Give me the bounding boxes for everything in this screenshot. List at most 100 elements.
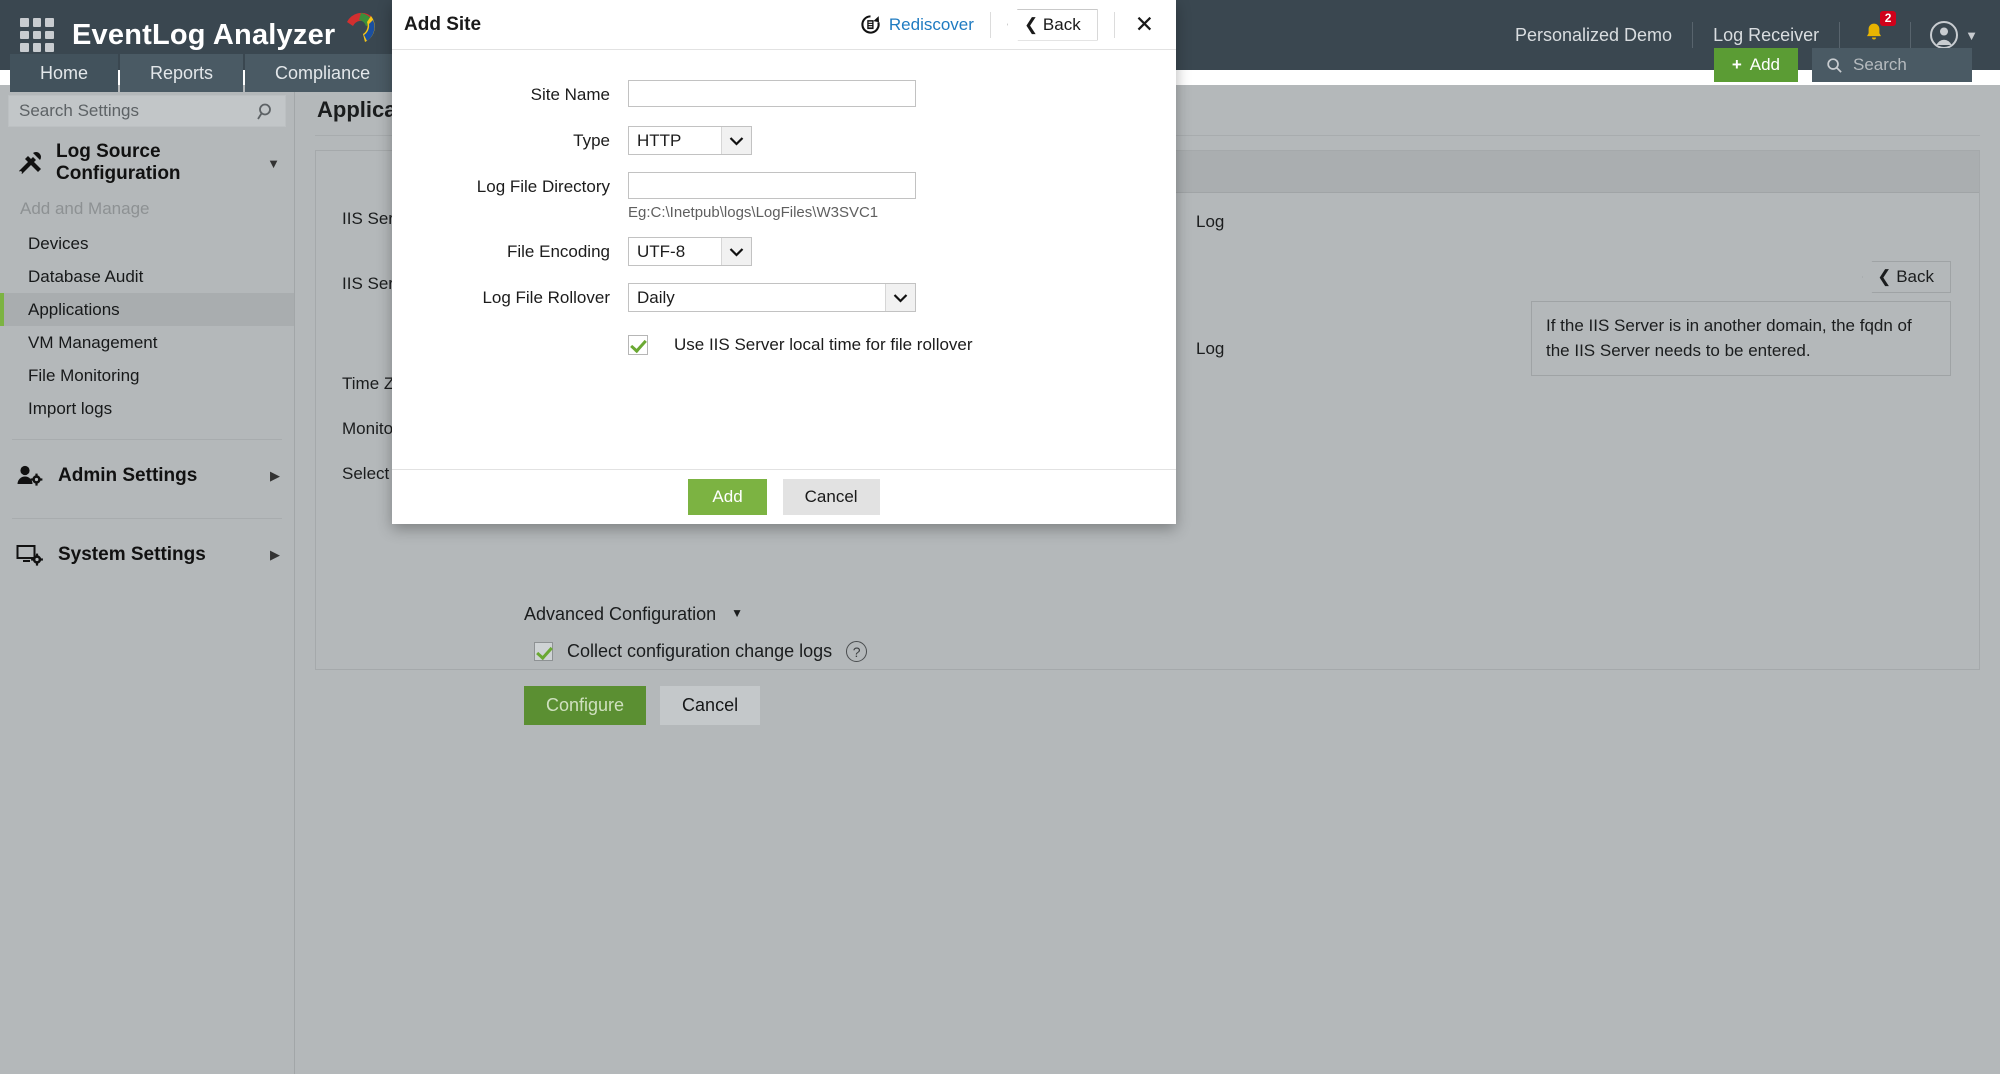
sidebar-item-devices[interactable]: Devices: [0, 227, 294, 260]
sidebar-item-applications[interactable]: Applications: [0, 293, 294, 326]
rediscover-label: Rediscover: [888, 14, 974, 34]
field-label-log-right-1: Log: [1196, 212, 1225, 231]
sidebar-divider: [12, 439, 282, 440]
field-row-type: Type HTTP: [392, 126, 1176, 156]
sidebar-section-admin-settings[interactable]: Admin Settings ▶: [0, 448, 294, 504]
sidebar-item-database-audit[interactable]: Database Audit: [0, 260, 294, 293]
dialog-footer: Add Cancel: [392, 469, 1176, 524]
dialog-header-divider: [1113, 11, 1115, 38]
panel-back-label: Back: [1896, 267, 1934, 286]
log-file-rollover-label: Log File Rollover: [482, 288, 610, 307]
tab-reports[interactable]: Reports: [120, 54, 244, 92]
header-search-placeholder: Search: [1853, 55, 1907, 74]
log-file-rollover-select[interactable]: Daily: [628, 283, 916, 312]
user-account-icon: [1930, 21, 1959, 49]
sidebar-section-title: Admin Settings: [58, 465, 198, 486]
file-encoding-select-value: UTF-8: [637, 241, 686, 261]
chevron-right-icon[interactable]: ▶: [270, 547, 280, 563]
magnifier-icon: [247, 102, 275, 127]
iis-domain-note: If the IIS Server is in another domain, …: [1531, 301, 1951, 377]
sidebar-section-log-source-configuration[interactable]: Log Source Configuration ▼: [0, 135, 294, 191]
log-file-directory-input[interactable]: [628, 172, 916, 199]
collect-config-change-logs-label: Collect configuration change logs: [567, 641, 833, 661]
header-search-box[interactable]: Search: [1812, 48, 1972, 82]
configure-button[interactable]: Configure: [524, 686, 647, 725]
dialog-back-label: Back: [1042, 14, 1081, 34]
search-icon: [1827, 57, 1842, 73]
sidebar-divider: [12, 518, 282, 519]
account-menu-button[interactable]: ▼: [1911, 20, 1978, 50]
sidebar-section-title: Log Source Configuration: [56, 141, 181, 184]
tab-home[interactable]: Home: [10, 54, 119, 92]
log-receiver-link[interactable]: Log Receiver: [1693, 25, 1839, 46]
tools-hammer-wrench-icon: [16, 150, 44, 176]
sidebar-item-import-logs[interactable]: Import logs: [0, 392, 294, 425]
local-time-rollover-checkbox[interactable]: [628, 335, 648, 355]
question-mark-icon[interactable]: ?: [846, 641, 868, 662]
chevron-left-icon: ❮: [1023, 14, 1039, 34]
sidebar-section-title: System Settings: [58, 544, 206, 565]
log-file-directory-label: Log File Directory: [476, 177, 610, 196]
notifications-button[interactable]: 2: [1840, 10, 1910, 50]
panel-cancel-button[interactable]: Cancel: [660, 686, 761, 725]
dialog-title: Add Site: [404, 13, 482, 35]
refresh-server-icon: [860, 14, 881, 35]
site-name-input[interactable]: [628, 80, 916, 107]
add-button-label: Add: [1749, 55, 1780, 74]
sidebar-search-input[interactable]: Search Settings: [8, 95, 286, 127]
panel-action-buttons: Configure Cancel: [524, 686, 761, 725]
dialog-add-button[interactable]: Add: [688, 479, 767, 515]
type-select[interactable]: HTTP: [628, 126, 752, 155]
file-encoding-label: File Encoding: [506, 242, 610, 261]
advanced-configuration-toggle[interactable]: Advanced Configuration ▼: [524, 604, 743, 625]
chevron-down-icon: [721, 127, 751, 154]
file-encoding-select[interactable]: UTF-8: [628, 237, 752, 266]
advanced-configuration-label: Advanced Configuration: [524, 604, 717, 624]
dialog-back-button[interactable]: ❮ Back: [1006, 8, 1098, 41]
site-name-label: Site Name: [530, 85, 610, 104]
personalized-demo-link[interactable]: Personalized Demo: [1495, 25, 1692, 46]
dialog-body: Site Name Type HTTP Log File Directory E…: [392, 50, 1176, 469]
user-gear-icon: [16, 464, 46, 488]
rediscover-button[interactable]: Rediscover: [860, 14, 974, 35]
log-file-directory-hint: Eg:C:\Inetpub\logs\LogFiles\W3SVC1: [628, 204, 879, 221]
sidebar-item-vm-management[interactable]: VM Management: [0, 326, 294, 359]
sidebar-item-file-monitoring[interactable]: File Monitoring: [0, 359, 294, 392]
chevron-down-icon: [885, 284, 915, 311]
type-select-value: HTTP: [637, 130, 682, 150]
local-time-rollover-row[interactable]: Use IIS Server local time for file rollo…: [628, 335, 1176, 355]
field-row-log-file-directory: Log File Directory Eg:C:\Inetpub\logs\Lo…: [392, 172, 1176, 221]
field-row-file-encoding: File Encoding UTF-8: [392, 237, 1176, 267]
type-label: Type: [573, 131, 610, 150]
chevron-left-icon: ❮: [1877, 267, 1892, 286]
field-row-log-file-rollover: Log File Rollover Daily: [392, 283, 1176, 313]
collect-config-change-logs-checkbox[interactable]: [534, 642, 553, 661]
header-action-cluster: + Add Search: [1713, 48, 1972, 82]
collect-config-change-logs-row[interactable]: Collect configuration change logs ?: [534, 641, 868, 662]
tab-compliance[interactable]: Compliance: [245, 54, 401, 92]
panel-back-button[interactable]: ❮ Back: [1862, 261, 1951, 293]
sidebar-section-system-settings[interactable]: System Settings ▶: [0, 527, 294, 583]
settings-sidebar: Search Settings Log Source Configuration…: [0, 85, 295, 1074]
notification-count-badge: 2: [1880, 10, 1897, 26]
chevron-down-icon: ▼: [1965, 27, 1978, 43]
monitor-gear-icon: [16, 543, 46, 567]
dialog-header: Add Site Rediscover ❮ Back ✕: [392, 0, 1176, 50]
apps-grid-icon[interactable]: [20, 18, 54, 52]
dialog-cancel-button[interactable]: Cancel: [782, 479, 880, 515]
close-x-icon[interactable]: ✕: [1131, 13, 1158, 36]
dialog-header-divider: [989, 11, 991, 38]
brand-logo-swoosh-icon: [337, 8, 379, 50]
chevron-down-icon: [721, 238, 751, 265]
chevron-right-icon[interactable]: ▶: [270, 468, 280, 484]
local-time-rollover-label: Use IIS Server local time for file rollo…: [674, 335, 973, 354]
log-file-rollover-select-value: Daily: [637, 287, 675, 307]
chevron-down-icon[interactable]: ▼: [267, 156, 280, 171]
add-site-dialog: Add Site Rediscover ❮ Back ✕ Site Name T…: [392, 0, 1176, 524]
field-label-log-right-2: Log: [1196, 339, 1225, 358]
plus-icon: +: [1731, 55, 1742, 74]
add-button[interactable]: + Add: [1713, 48, 1798, 82]
dialog-header-actions: Rediscover ❮ Back ✕: [860, 8, 1158, 41]
caret-down-icon: ▼: [731, 606, 744, 620]
sidebar-search-placeholder: Search Settings: [19, 101, 140, 120]
